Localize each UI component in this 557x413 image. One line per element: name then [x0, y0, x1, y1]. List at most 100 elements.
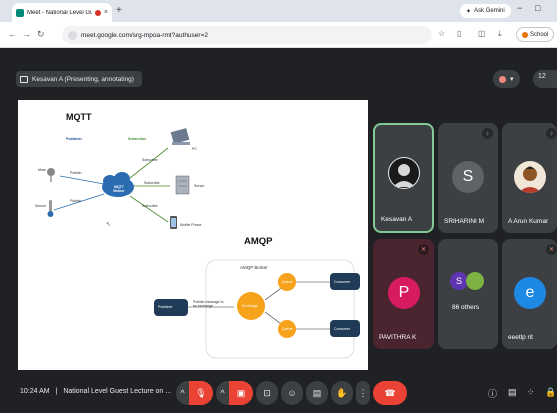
participant-tile-eeetlp[interactable]: ✕ e eeetlp rit [502, 239, 557, 349]
url-text: meet.google.com/srg-mpoa-rmt?authuser=2 [81, 31, 208, 39]
new-tab-button[interactable]: + [116, 5, 122, 16]
captions-icon: ⊡ [263, 387, 271, 398]
emoji-reactions-button[interactable]: ☺ [281, 381, 303, 405]
browser-tab-meet[interactable]: Meet - National Level Gue × [12, 3, 112, 22]
publish-label-1: Publish [70, 171, 82, 175]
forward-arrow-icon[interactable]: → [22, 29, 31, 39]
consumer-label-1: Consumer [334, 280, 351, 284]
cursor-icon: ↖ [106, 222, 111, 228]
presenting-indicator[interactable]: Kesavan A (Presenting, annotating) [16, 71, 142, 87]
present-screen-button[interactable]: ▤ [306, 381, 328, 405]
profile-button[interactable]: School [516, 27, 555, 42]
participants-count: 12 [538, 73, 546, 80]
more-options-button[interactable]: ⋮ [356, 381, 370, 405]
profile-label: School [530, 31, 549, 38]
emoji-icon: ☺ [287, 388, 297, 398]
server-icon [175, 175, 190, 195]
publisher-heading: Publisher [66, 137, 82, 141]
publisher-box-label: Publisher [158, 305, 173, 309]
others-count-label: 86 others [452, 304, 480, 311]
meeting-title: National Level Guest Lecture on ... [63, 388, 172, 395]
host-controls-icon[interactable]: 🔒 [545, 387, 556, 398]
subscribe-label-3: Subscribe [142, 204, 158, 208]
avatar-photo-icon [389, 158, 419, 188]
participant-name: eeetlp rit [508, 334, 533, 341]
subscribe-label-1: Subscribe [142, 158, 158, 162]
avatar-photo-icon [518, 166, 542, 193]
sensor-label: Sensor [35, 204, 47, 208]
site-info-icon[interactable] [68, 30, 77, 40]
present-icon: ▤ [312, 387, 322, 398]
shared-slide: ↖ MQTT Publisher Subscriber Mote Sensor … [18, 100, 368, 370]
avatar: S [452, 161, 484, 193]
avatar: P [388, 277, 420, 309]
pc-label: PC [192, 147, 197, 151]
chat-icon[interactable]: ▤ [508, 387, 517, 398]
present-screen-icon [20, 75, 28, 83]
minimize-button[interactable]: − [517, 3, 522, 13]
publish-message-label: Publish message to an exchange [193, 300, 224, 308]
subscribe-arrow-phone [129, 195, 169, 223]
clock-time: 10:24 AM [20, 388, 50, 395]
record-icon [499, 75, 506, 83]
address-bar[interactable]: meet.google.com/srg-mpoa-rmt?authuser=2 [62, 26, 432, 44]
meeting-info: 10:24 AM | National Level Guest Lecture … [20, 388, 171, 395]
participant-tile-others[interactable]: S 86 others [438, 239, 498, 349]
tab-close-icon[interactable]: × [104, 9, 108, 16]
avatar: e [514, 277, 546, 309]
mote-icon [47, 168, 55, 176]
pc-icon [170, 128, 190, 144]
server-label: Server [194, 184, 205, 188]
participant-name: PAVITHRA K [379, 334, 417, 341]
gemini-icon: ✦ [466, 8, 472, 15]
participant-name: SRIHARINI M [444, 218, 485, 225]
queue-label-1: Queue [282, 280, 293, 284]
bookmark-star-icon[interactable]: ☆ [438, 29, 445, 38]
mic-icon: ♪ [546, 128, 557, 139]
profile-avatar-icon [522, 31, 528, 38]
participant-tile-kesavan[interactable]: Kesavan A [373, 123, 434, 233]
participant-name: Kesavan A [381, 216, 413, 223]
participants-count-button[interactable]: 12 [533, 70, 557, 88]
meeting-details-icon[interactable]: ⓘ [488, 387, 497, 400]
ask-gemini-button[interactable]: ✦ Ask Gemini [460, 4, 511, 18]
mqtt-title: MQTT [66, 112, 92, 122]
download-icon[interactable]: ⤓ [498, 29, 502, 39]
publish-arrow-mote [59, 175, 105, 185]
maximize-button[interactable]: □ [535, 3, 540, 13]
mic-off-icon: 🎙 [195, 387, 207, 398]
amqp-broker-label: AMQP Broker [240, 265, 268, 270]
raise-hand-button[interactable]: ✋ [331, 381, 353, 405]
hang-up-icon: ☎ [384, 387, 396, 398]
avatar-initial: S [455, 276, 462, 286]
activities-icon[interactable]: ⁘ [527, 387, 535, 398]
reload-icon[interactable]: ↻ [37, 29, 45, 40]
recording-indicator-icon [94, 9, 101, 16]
captions-button[interactable]: ⊡ [256, 381, 278, 405]
consumer-label-2: Consumer [334, 327, 351, 331]
reading-list-icon[interactable]: ◫ [478, 29, 486, 38]
camera-toggle-button[interactable]: ▣ [229, 381, 253, 405]
tab-title: Meet - National Level Gue [27, 9, 92, 16]
mote-label: Mote [38, 168, 46, 172]
avatar-initial: P [398, 284, 410, 301]
subscriber-heading: Subscriber [128, 137, 147, 141]
microphone-toggle-button[interactable]: 🎙 [189, 381, 213, 405]
hand-icon: ✋ [336, 387, 348, 398]
back-arrow-icon[interactable]: ← [8, 29, 17, 39]
recording-controls[interactable]: ▾ [493, 70, 520, 88]
camera-off-icon: ▣ [236, 387, 246, 398]
phone-label: Mobile Phone [180, 223, 202, 227]
chevron-up-icon: ^ [220, 388, 225, 398]
avatar-photo-icon [466, 272, 484, 290]
extensions-icon[interactable]: ▯ [457, 29, 461, 38]
participant-tile-pavithra[interactable]: ✕ P PAVITHRA K [373, 239, 434, 349]
participant-tile-arun[interactable]: ♪ A Arun Kumar [502, 123, 557, 233]
sensor-icon [49, 200, 52, 212]
leave-call-button[interactable]: ☎ [373, 381, 407, 405]
presenting-label: Kesavan A (Presenting, annotating) [32, 75, 134, 83]
participant-tile-sriharini[interactable]: ♪ S SRIHARINI M [438, 123, 498, 233]
browser-tab-bar: Meet - National Level Gue × + ✦ Ask Gemi… [0, 0, 557, 22]
publish-label-2: Publish [70, 199, 82, 203]
amqp-title: AMQP [244, 236, 273, 247]
